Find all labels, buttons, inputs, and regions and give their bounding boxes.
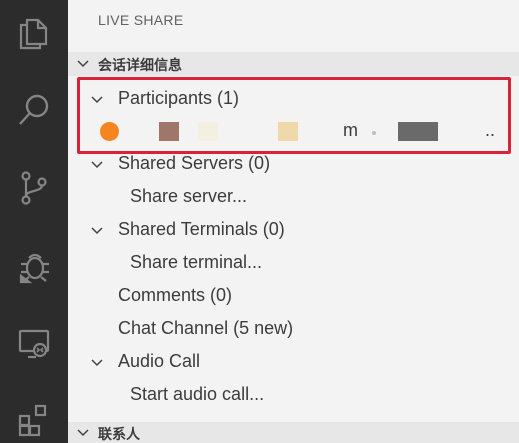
chevron-down-icon xyxy=(77,60,89,68)
shared-terminals-label: Shared Terminals (0) xyxy=(118,219,285,239)
remote-explorer-icon xyxy=(18,329,50,359)
audio-call-label: Audio Call xyxy=(118,351,201,371)
comments-label: Comments (0) xyxy=(118,285,233,305)
extensions-icon xyxy=(18,404,47,437)
extensions-button[interactable] xyxy=(0,392,68,443)
source-control-icon xyxy=(21,171,47,205)
comments-row[interactable]: Comments (0) xyxy=(68,279,519,312)
files-icon xyxy=(19,18,48,50)
share-server-row[interactable]: Share server... xyxy=(68,180,519,213)
live-share-sidebar: LIVE SHARE 会话详细信息 Participants (1) Share… xyxy=(68,0,519,443)
participants-highlight xyxy=(77,77,511,154)
debug-button[interactable] xyxy=(0,238,68,294)
contacts-label: 联系人 xyxy=(98,427,140,443)
session-details-section-header[interactable]: 会话详细信息 xyxy=(68,52,519,76)
sidebar-title: LIVE SHARE xyxy=(98,12,184,28)
chat-channel-row[interactable]: Chat Channel (5 new) xyxy=(68,312,519,345)
chevron-down-icon xyxy=(77,429,89,437)
session-details-label: 会话详细信息 xyxy=(98,58,182,74)
activity-bar xyxy=(0,0,68,443)
debug-icon xyxy=(19,253,49,284)
share-server-link[interactable]: Share server... xyxy=(130,180,247,213)
search-icon xyxy=(19,94,49,125)
audio-call-row[interactable]: Audio Call xyxy=(68,345,519,378)
share-terminal-row[interactable]: Share terminal... xyxy=(68,246,519,279)
share-terminal-link[interactable]: Share terminal... xyxy=(130,246,262,279)
remote-explorer-button[interactable] xyxy=(0,316,68,372)
explorer-button[interactable] xyxy=(0,5,68,61)
search-button[interactable] xyxy=(0,82,68,138)
chat-channel-label: Chat Channel (5 new) xyxy=(118,318,294,338)
start-audio-call-link[interactable]: Start audio call... xyxy=(130,378,264,411)
source-control-button[interactable] xyxy=(0,160,68,216)
shared-terminals-row[interactable]: Shared Terminals (0) xyxy=(68,213,519,246)
chevron-down-icon xyxy=(91,359,103,367)
vscode-window: LIVE SHARE 会话详细信息 Participants (1) Share… xyxy=(0,0,519,443)
contacts-section-header[interactable]: 联系人 xyxy=(68,422,519,443)
chevron-down-icon xyxy=(91,161,103,169)
chevron-down-icon xyxy=(91,227,103,235)
start-audio-call-row[interactable]: Start audio call... xyxy=(68,378,519,411)
